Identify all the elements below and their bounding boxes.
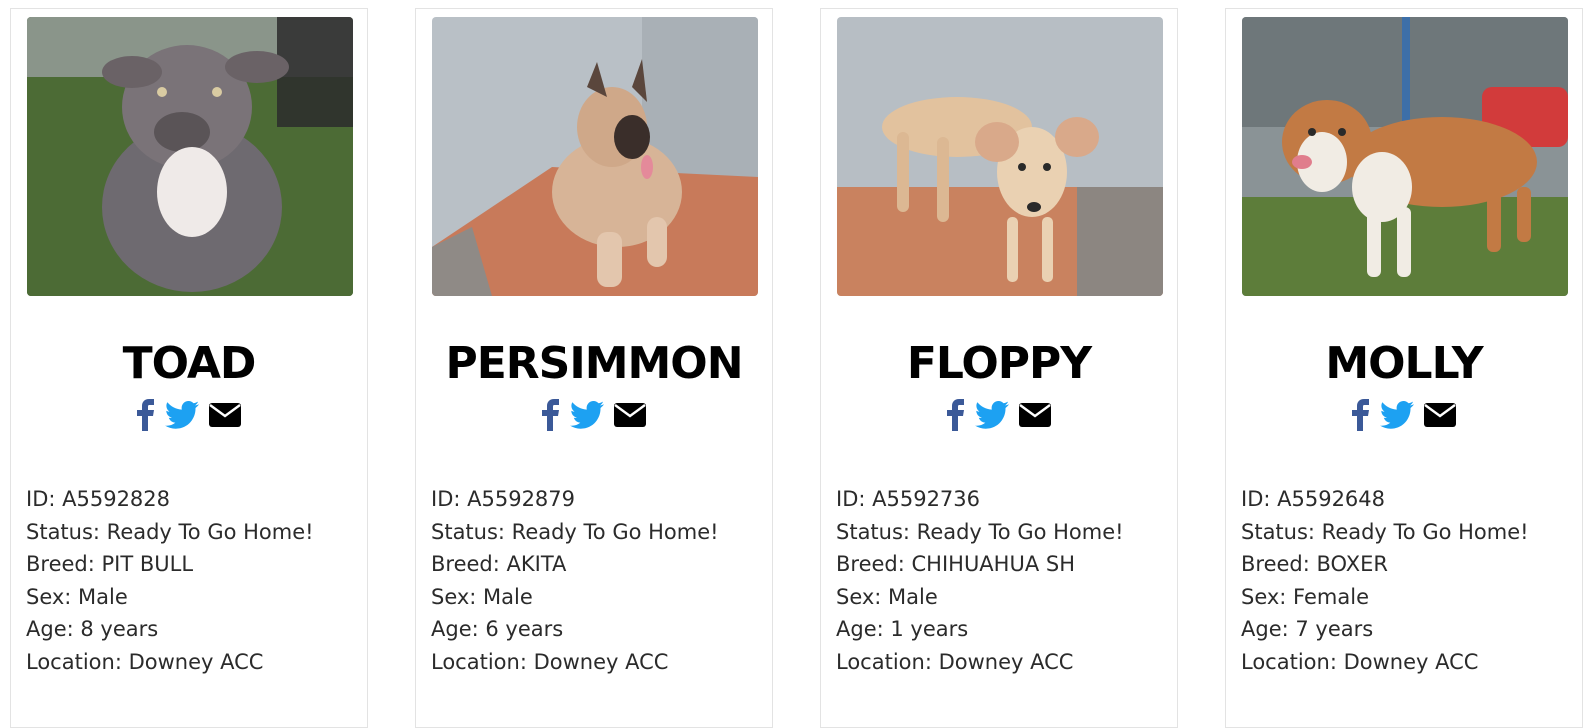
dog-photo-image [837, 17, 1163, 296]
pet-sex: Sex: Male [836, 584, 938, 609]
pet-sex: Sex: Male [431, 584, 533, 609]
pet-name[interactable]: FLOPPY [821, 339, 1177, 389]
pet-age: Age: 7 years [1241, 617, 1374, 641]
pet-age: Age: 1 years [836, 617, 969, 641]
pet-location: Location: Downey ACC [836, 649, 1074, 674]
twitter-icon[interactable] [165, 398, 199, 432]
pet-id: ID: A5592879 [431, 487, 576, 511]
pet-card-grid: TOAD ID: A5592828 Status: Ready To Go Ho… [0, 0, 1596, 728]
pet-status: Status: Ready To Go Home! [431, 519, 719, 544]
twitter-icon[interactable] [1380, 398, 1414, 432]
pet-breed: Breed: PIT BULL [26, 552, 194, 576]
dog-photo-image [27, 17, 353, 296]
pet-location: Location: Downey ACC [26, 649, 264, 674]
pet-details: ID: A5592736 Status: Ready To Go Home! B… [836, 483, 1176, 678]
share-links [1226, 397, 1582, 433]
pet-photo-toad[interactable] [27, 17, 353, 296]
pet-location: Location: Downey ACC [431, 649, 669, 674]
facebook-icon[interactable] [947, 398, 965, 432]
pet-status: Status: Ready To Go Home! [836, 519, 1124, 544]
pet-card: PERSIMMON ID: A5592879 Status: Ready To … [415, 8, 773, 728]
pet-age: Age: 6 years [431, 617, 564, 641]
pet-breed: Breed: AKITA [431, 552, 567, 576]
facebook-icon[interactable] [542, 398, 560, 432]
pet-details: ID: A5592648 Status: Ready To Go Home! B… [1241, 483, 1581, 678]
pet-photo-persimmon[interactable] [432, 17, 758, 296]
envelope-icon[interactable] [1019, 398, 1051, 432]
pet-card: MOLLY ID: A5592648 Status: Ready To Go H… [1225, 8, 1583, 728]
facebook-icon[interactable] [1352, 398, 1370, 432]
pet-sex: Sex: Male [26, 584, 128, 609]
pet-breed: Breed: BOXER [1241, 552, 1388, 576]
pet-details: ID: A5592879 Status: Ready To Go Home! B… [431, 483, 771, 678]
pet-name[interactable]: TOAD [11, 339, 367, 389]
pet-id: ID: A5592828 [26, 487, 171, 511]
twitter-icon[interactable] [975, 398, 1009, 432]
pet-photo-molly[interactable] [1242, 17, 1568, 296]
pet-name[interactable]: PERSIMMON [416, 339, 772, 389]
pet-name[interactable]: MOLLY [1226, 339, 1582, 389]
pet-id: ID: A5592736 [836, 487, 981, 511]
twitter-icon[interactable] [570, 398, 604, 432]
pet-photo-floppy[interactable] [837, 17, 1163, 296]
dog-photo-image [1242, 17, 1568, 296]
envelope-icon[interactable] [1424, 398, 1456, 432]
pet-status: Status: Ready To Go Home! [1241, 519, 1529, 544]
dog-photo-image [432, 17, 758, 296]
facebook-icon[interactable] [137, 398, 155, 432]
pet-card: FLOPPY ID: A5592736 Status: Ready To Go … [820, 8, 1178, 728]
pet-breed: Breed: CHIHUAHUA SH [836, 552, 1075, 576]
share-links [11, 397, 367, 433]
envelope-icon[interactable] [614, 398, 646, 432]
pet-status: Status: Ready To Go Home! [26, 519, 314, 544]
share-links [416, 397, 772, 433]
envelope-icon[interactable] [209, 398, 241, 432]
pet-age: Age: 8 years [26, 617, 159, 641]
pet-location: Location: Downey ACC [1241, 649, 1479, 674]
pet-card: TOAD ID: A5592828 Status: Ready To Go Ho… [10, 8, 368, 728]
share-links [821, 397, 1177, 433]
pet-sex: Sex: Female [1241, 584, 1369, 609]
pet-id: ID: A5592648 [1241, 487, 1386, 511]
pet-details: ID: A5592828 Status: Ready To Go Home! B… [26, 483, 366, 678]
